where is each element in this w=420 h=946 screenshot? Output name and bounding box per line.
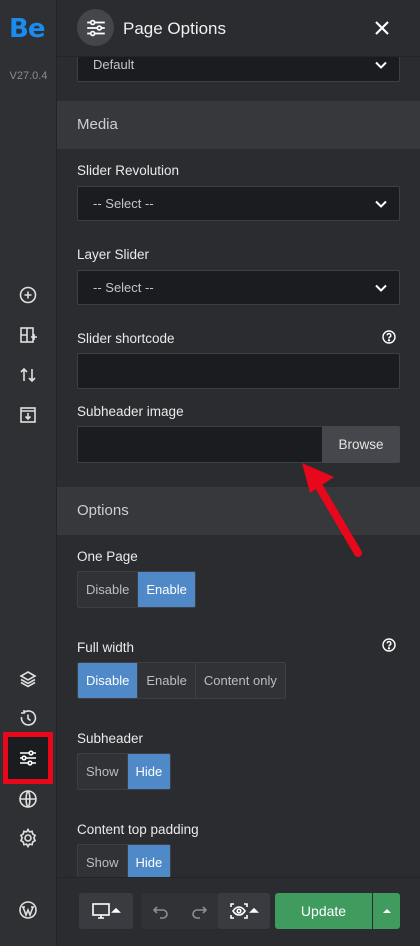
update-button[interactable]: Update xyxy=(275,893,372,929)
full-width-label: Full width xyxy=(77,640,135,655)
slider-shortcode-label: Slider shortcode xyxy=(77,331,175,346)
layer-slider-value: -- Select -- xyxy=(93,280,154,295)
undo-redo-group xyxy=(141,893,219,929)
gear-icon[interactable] xyxy=(16,826,40,850)
sliders-icon[interactable] xyxy=(16,746,40,770)
layout-add-icon[interactable] xyxy=(16,323,40,347)
content-top-padding-label: Content top padding xyxy=(77,822,199,837)
full-width-disable[interactable]: Disable xyxy=(78,663,139,698)
content-top-padding-toggle: Show Hide xyxy=(77,844,172,877)
one-page-enable[interactable]: Enable xyxy=(138,572,195,607)
subheader-label: Subheader xyxy=(77,731,144,746)
full-width-enable[interactable]: Enable xyxy=(138,663,196,698)
version-label: V27.0.4 xyxy=(9,70,48,82)
subheader-show[interactable]: Show xyxy=(78,754,128,789)
help-icon[interactable] xyxy=(382,638,396,652)
subheader-hide[interactable]: Hide xyxy=(127,754,171,789)
bottom-toolbar: Update xyxy=(57,877,420,946)
full-width-toggle: Disable Enable Content only xyxy=(77,662,286,699)
globe-icon[interactable] xyxy=(16,787,40,811)
caret-up-icon xyxy=(382,909,391,913)
one-page-toggle: Disable Enable xyxy=(77,571,196,608)
wordpress-icon[interactable] xyxy=(16,898,40,922)
close-icon[interactable] xyxy=(372,18,392,38)
sort-icon[interactable] xyxy=(16,363,40,387)
slider-revolution-select[interactable]: -- Select -- xyxy=(77,186,400,221)
app-logo[interactable]: Be xyxy=(9,14,45,44)
full-width-content-only[interactable]: Content only xyxy=(196,663,285,698)
slider-revolution-label: Slider Revolution xyxy=(77,163,180,178)
annotation-arrow xyxy=(302,463,362,557)
content-top-padding-show[interactable]: Show xyxy=(78,845,128,877)
page-title: Page Options xyxy=(123,19,227,38)
subheader-image-input[interactable] xyxy=(77,426,322,463)
add-icon[interactable] xyxy=(16,283,40,307)
left-rail: Be V27.0.4 xyxy=(0,0,57,946)
page-options-icon xyxy=(77,9,114,46)
history-icon[interactable] xyxy=(16,706,40,730)
chevron-down-icon xyxy=(375,200,387,208)
preview-icon xyxy=(230,903,259,919)
device-preview-button[interactable] xyxy=(79,893,133,929)
one-page-label: One Page xyxy=(77,549,138,564)
slider-revolution-value: -- Select -- xyxy=(93,196,154,211)
slider-shortcode-input[interactable] xyxy=(77,353,400,389)
monitor-icon xyxy=(92,903,121,919)
layers-icon[interactable] xyxy=(16,667,40,691)
chevron-down-icon xyxy=(375,61,387,69)
layer-slider-label: Layer Slider xyxy=(77,247,150,262)
undo-icon[interactable] xyxy=(151,901,171,921)
subheader-image-label: Subheader image xyxy=(77,404,184,419)
preview-button[interactable] xyxy=(218,893,270,929)
help-icon[interactable] xyxy=(382,330,396,344)
media-section-heading: Media xyxy=(57,101,420,149)
layer-slider-select[interactable]: -- Select -- xyxy=(77,270,400,305)
content-top-padding-hide[interactable]: Hide xyxy=(127,845,171,877)
panel-header: Page Options xyxy=(57,0,420,57)
template-select-value: Default xyxy=(93,57,135,72)
chevron-down-icon xyxy=(375,284,387,292)
update-options-button[interactable] xyxy=(373,893,400,929)
redo-icon[interactable] xyxy=(189,901,209,921)
import-icon[interactable] xyxy=(16,403,40,427)
template-select[interactable]: Default xyxy=(77,57,400,82)
one-page-disable[interactable]: Disable xyxy=(78,572,139,607)
subheader-toggle: Show Hide xyxy=(77,753,172,790)
